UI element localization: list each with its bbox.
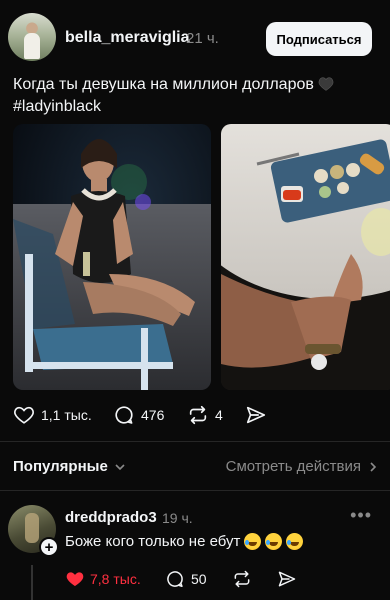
chevron-right-icon <box>370 461 377 472</box>
comment-like-button[interactable]: 7,8 тыс. <box>65 569 141 589</box>
sort-dropdown[interactable]: Популярные <box>13 458 126 475</box>
share-button[interactable] <box>245 404 267 426</box>
hashtag-link[interactable]: #ladyinblack <box>13 96 373 118</box>
comment-body: Боже кого только не ебут <box>65 533 241 550</box>
repost-button[interactable]: 4 <box>187 404 223 426</box>
post-header: bella_meraviglia 21 ч. Подписаться <box>8 10 382 66</box>
like-count: 1,1 тыс. <box>41 407 92 423</box>
comment-like-count: 7,8 тыс. <box>90 571 141 587</box>
comment-time: 19 ч. <box>162 510 193 526</box>
view-activity-link[interactable]: Смотреть действия <box>226 458 377 475</box>
heart-icon <box>14 406 34 424</box>
divider <box>0 490 390 491</box>
repost-icon <box>189 405 207 425</box>
subscribe-button[interactable]: Подписаться <box>266 22 372 56</box>
thread-line <box>31 565 33 600</box>
chevron-down-icon <box>115 463 125 470</box>
share-icon <box>278 571 296 587</box>
photo-carousel[interactable] <box>13 124 390 390</box>
repost-icon <box>234 570 250 588</box>
reply-count: 476 <box>141 407 165 423</box>
reply-icon <box>167 571 183 587</box>
reply-item: + dreddprado3 19 ч. ••• Боже кого только… <box>8 505 382 600</box>
reply-button[interactable]: 476 <box>113 404 164 426</box>
sort-label: Популярные <box>13 458 108 475</box>
more-icon[interactable]: ••• <box>350 505 372 526</box>
photo-woman-in-black-dress[interactable] <box>13 124 211 390</box>
commenter-username[interactable]: dreddprado3 <box>65 509 157 526</box>
heart-filled-icon <box>66 572 84 587</box>
replies-sort-row: Популярные Смотреть действия <box>13 456 377 478</box>
view-activity-label: Смотреть действия <box>225 458 361 475</box>
comment-reply-count: 50 <box>191 571 207 587</box>
comment-reply-button[interactable]: 50 <box>165 569 207 589</box>
share-icon <box>246 406 266 424</box>
rofl-emoji-icon <box>244 533 262 550</box>
black-heart-emoji-icon <box>319 77 334 91</box>
plus-icon[interactable]: + <box>39 537 59 557</box>
author-avatar[interactable] <box>8 13 56 61</box>
divider <box>0 441 390 442</box>
post-caption: Когда ты девушка на миллион долларов #la… <box>13 74 373 118</box>
post-actions: 1,1 тыс. 476 4 <box>13 400 373 432</box>
caption-text: Когда ты девушка на миллион долларов <box>13 76 314 93</box>
comment-share-button[interactable] <box>277 569 297 594</box>
post-time: 21 ч. <box>186 30 219 47</box>
rofl-emoji-icon <box>286 533 304 550</box>
rofl-emoji-icon <box>265 533 283 550</box>
like-button[interactable]: 1,1 тыс. <box>13 404 92 426</box>
reply-icon <box>115 406 133 424</box>
photo-sushi-plate[interactable] <box>221 124 390 390</box>
author-username[interactable]: bella_meraviglia <box>65 29 190 47</box>
repost-count: 4 <box>215 407 223 423</box>
comment-repost-button[interactable] <box>232 569 252 594</box>
comment-text: Боже кого только не ебут <box>65 533 304 550</box>
comment-actions: 7,8 тыс. 50 <box>65 567 365 593</box>
